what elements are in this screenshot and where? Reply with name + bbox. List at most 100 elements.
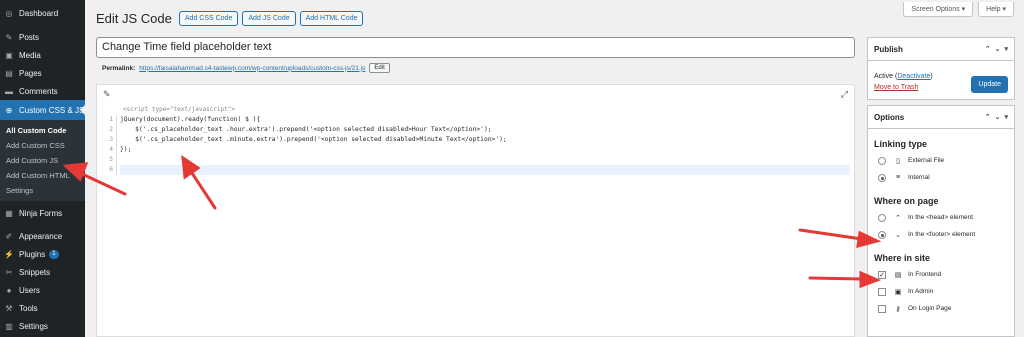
submenu-item-add-custom-css[interactable]: Add Custom CSS — [0, 138, 85, 153]
admin-option[interactable]: ▣ In Admin — [868, 283, 1014, 300]
sidebar-item-label: Ninja Forms — [19, 208, 63, 218]
head-element-option[interactable]: ⌃ In the <head> element — [868, 209, 1014, 226]
option-label: External File — [908, 157, 945, 164]
sidebar-item-posts[interactable]: ✎ Posts — [0, 28, 85, 46]
radio-button-selected[interactable] — [878, 173, 886, 182]
checkbox[interactable] — [878, 304, 886, 313]
status-row: Active (Deactivate) — [874, 73, 933, 80]
publish-box: Publish ⌃ ⌄ ▾ Active (Deactivate) Move t… — [867, 37, 1015, 100]
sidebar-item-users[interactable]: ● Users — [0, 281, 85, 299]
options-box-header: Options ⌃ ⌄ ▾ — [868, 106, 1014, 129]
permalink-row: Permalink: https://faisalahammad.s4-tast… — [102, 63, 390, 73]
admin-sidebar: ◎ Dashboard ✎ Posts ▣ Media ▤ Pages ▬ Co… — [0, 0, 85, 337]
options-title: Options — [874, 112, 905, 122]
sidebar-item-label: Users — [19, 285, 40, 295]
publish-body: Active (Deactivate) Move to Trash Update — [868, 61, 1014, 99]
permalink-url-link[interactable]: https://faisalahammad.s4-tastewp.com/wp-… — [139, 65, 365, 72]
sidebar-item-ninja-forms[interactable]: ▦ Ninja Forms — [0, 204, 85, 222]
radio-button[interactable] — [878, 213, 886, 222]
option-label: In Admin — [908, 288, 934, 295]
sidebar-item-label: Appearance — [19, 231, 63, 241]
code-line[interactable]: $('.cs_placeholder_text .hour.extra').pr… — [120, 125, 850, 135]
pin-icon[interactable]: ✎ — [103, 89, 111, 100]
linking-internal-option[interactable]: ≡ Internal — [868, 169, 1014, 186]
where-on-page-title: Where on page — [874, 196, 939, 206]
code-line[interactable] — [120, 155, 850, 165]
code-editor[interactable]: ✎ ⤢ <script type="text/javascript"> 1 2 … — [96, 84, 855, 337]
add-js-code-button[interactable]: Add JS Code — [242, 11, 296, 26]
radio-button-selected[interactable] — [878, 230, 886, 239]
linking-external-option[interactable]: ▯ External File — [868, 152, 1014, 169]
sidebar-item-label: Dashboard — [19, 8, 59, 18]
update-button[interactable]: Update — [971, 76, 1008, 93]
code-lines[interactable]: jQuery(document).ready(function( $ ){ $(… — [120, 115, 850, 175]
plugins-update-badge: 1 — [49, 249, 59, 259]
sidebar-item-plugins[interactable]: ⚡ Plugins 1 — [0, 245, 85, 263]
option-label: In Frontend — [908, 271, 942, 278]
help-button[interactable]: Help ▾ — [978, 2, 1014, 17]
pages-icon: ▤ — [5, 68, 13, 78]
move-down-icon[interactable]: ⌄ — [995, 113, 1001, 121]
move-to-trash-link[interactable]: Move to Trash — [874, 82, 933, 93]
move-up-icon[interactable]: ⌃ — [985, 113, 991, 121]
deactivate-link[interactable]: Deactivate — [897, 73, 930, 80]
sidebar-item-media[interactable]: ▣ Media — [0, 46, 85, 64]
custom-css-js-submenu: All Custom Code Add Custom CSS Add Custo… — [0, 120, 85, 201]
radio-button[interactable] — [878, 156, 886, 165]
option-label: On Login Page — [908, 305, 952, 312]
arrow-down-icon: ⌄ — [895, 231, 901, 239]
line-number: 6 — [109, 166, 113, 173]
sidebar-item-dashboard[interactable]: ◎ Dashboard — [0, 4, 85, 22]
main-content: Screen Options ▾ Help ▾ Edit JS Code Add… — [85, 0, 1024, 337]
checkbox[interactable] — [878, 287, 886, 296]
permalink-label: Permalink: — [102, 64, 136, 72]
fullscreen-icon[interactable]: ⤢ — [841, 89, 848, 100]
key-icon: ⚷ — [895, 305, 901, 313]
add-html-code-button[interactable]: Add HTML Code — [299, 11, 364, 26]
box-controls: ⌃ ⌄ ▾ — [981, 45, 1008, 53]
file-icon: ▯ — [896, 157, 900, 165]
screen-options-button[interactable]: Screen Options ▾ — [903, 2, 974, 17]
sidebar-item-tools[interactable]: ⚒ Tools — [0, 299, 85, 317]
code-line[interactable]: $('.cs_placeholder_text .minute.extra').… — [120, 135, 850, 145]
code-line[interactable]: }); — [120, 145, 850, 155]
toggle-icon[interactable]: ▾ — [1004, 45, 1008, 53]
sidebar-item-label: Plugins — [19, 249, 46, 259]
comments-icon: ▬ — [5, 86, 13, 96]
sidebar-item-comments[interactable]: ▬ Comments — [0, 82, 85, 100]
sidebar-item-pages[interactable]: ▤ Pages — [0, 64, 85, 82]
user-icon: ● — [6, 285, 12, 295]
move-up-icon[interactable]: ⌃ — [985, 45, 991, 53]
login-page-option[interactable]: ⚷ On Login Page — [868, 300, 1014, 317]
box-controls: ⌃ ⌄ ▾ — [981, 113, 1008, 121]
frontend-option[interactable]: ✓ ▤ In Frontend — [868, 266, 1014, 283]
code-line[interactable]: jQuery(document).ready(function( $ ){ — [120, 115, 850, 125]
sidebar-item-custom-css-js[interactable]: ⊕ Custom CSS & JS — [0, 100, 85, 120]
option-label: In the <footer> element — [908, 231, 976, 238]
submenu-item-add-custom-js[interactable]: Add Custom JS — [0, 153, 85, 168]
wrench-icon: ⚒ — [5, 303, 13, 313]
line-number: 4 — [109, 146, 113, 153]
footer-element-option[interactable]: ⌄ In the <footer> element — [868, 226, 1014, 243]
title-row: Edit JS Code Add CSS Code Add JS Code Ad… — [96, 11, 367, 26]
code-area[interactable]: <script type="text/javascript"> 1 2 3 4 … — [97, 104, 854, 175]
plus-circle-icon: ⊕ — [5, 105, 13, 115]
sidebar-item-appearance[interactable]: ✐ Appearance — [0, 227, 85, 245]
sidebar-item-settings[interactable]: ▥ Settings — [0, 317, 85, 335]
dashboard-icon: ◎ — [5, 8, 13, 18]
toggle-icon[interactable]: ▾ — [1004, 113, 1008, 121]
submenu-item-settings[interactable]: Settings — [0, 183, 85, 198]
checkbox-checked[interactable]: ✓ — [878, 270, 886, 279]
media-icon: ▣ — [5, 50, 13, 60]
line-number: 5 — [109, 156, 113, 163]
add-css-code-button[interactable]: Add CSS Code — [178, 11, 239, 26]
edit-permalink-button[interactable]: Edit — [369, 63, 390, 73]
options-box: Options ⌃ ⌄ ▾ Linking type ▯ External Fi… — [867, 105, 1015, 337]
move-down-icon[interactable]: ⌄ — [995, 45, 1001, 53]
sidebar-item-snippets[interactable]: ✂ Snippets — [0, 263, 85, 281]
submenu-item-add-custom-html[interactable]: Add Custom HTML — [0, 168, 85, 183]
post-title-input[interactable]: Change Time field placeholder text — [96, 37, 855, 58]
linking-type-title: Linking type — [874, 139, 928, 149]
submenu-item-all-custom-code[interactable]: All Custom Code — [0, 123, 85, 138]
code-line-active[interactable] — [120, 165, 850, 175]
